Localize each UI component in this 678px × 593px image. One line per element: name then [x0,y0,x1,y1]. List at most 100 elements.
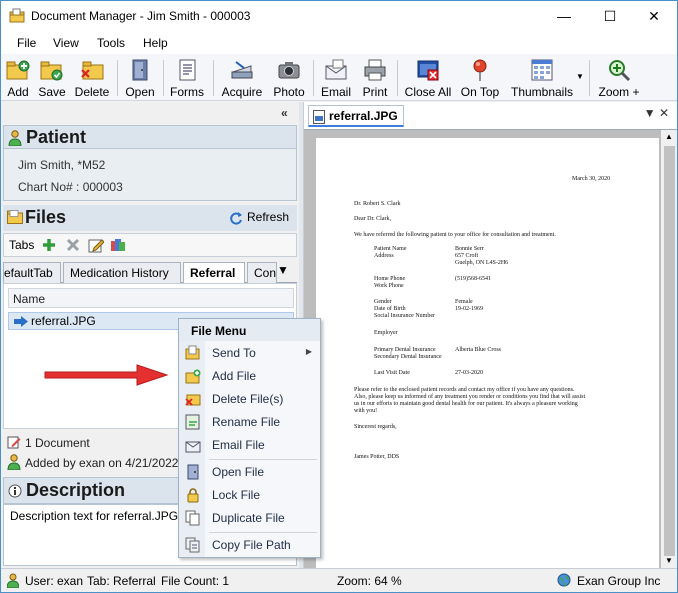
viewer-vertical-scrollbar[interactable]: ▲ ▼ [661,130,677,568]
delete-button[interactable]: Delete [71,56,113,100]
letter-body-line: Also, please keep us informed of any tre… [354,394,586,400]
column-header-name[interactable]: Name [8,288,294,308]
menu-delete-files[interactable]: Delete File(s) [179,388,320,410]
field-label: Work Phone [374,283,404,289]
zoom-in-button[interactable]: Zoom + [593,56,645,100]
menu-tools[interactable]: Tools [97,36,125,50]
close-all-button[interactable]: Close All [401,56,455,100]
tab-defaulttab[interactable]: efaultTab [3,262,61,283]
document-count: 1 Document [25,436,90,450]
scroll-up-icon[interactable]: ▲ [665,132,673,141]
save-folder-icon [40,61,63,81]
menu-open-file[interactable]: Open File [179,461,320,483]
letter-intro: We have referred the following patient t… [354,232,556,238]
save-button[interactable]: Save [35,56,69,100]
rename-tab-icon[interactable] [88,237,104,253]
field-label: Date of Birth [374,306,406,312]
menu-lock-file[interactable]: Lock File [179,484,320,506]
close-all-icon [417,60,439,81]
menu-copy-file-path[interactable]: Copy File Path [179,534,320,556]
image-viewer[interactable]: March 30, 2020 Dr. Robert S. Clark Dear … [304,129,677,568]
status-zoom: Zoom: 64 % [337,574,402,588]
field-label: Gender [374,299,392,305]
menu-duplicate-file[interactable]: Duplicate File [179,507,320,529]
tabs-overflow-icon[interactable]: ▼ [277,263,289,277]
printer-icon [364,59,386,81]
document-viewer-pane: referral.JPG ▼ ✕ March 30, 2020 Dr. Robe… [303,102,677,568]
thumbnails-button[interactable]: Thumbnails [505,56,579,100]
add-tab-icon[interactable] [42,238,56,252]
refresh-button[interactable]: Refresh [247,210,289,224]
menu-view[interactable]: View [53,36,79,50]
camera-icon [278,62,300,79]
open-file-icon [187,464,199,480]
status-user-icon [7,573,19,588]
patient-info: Jim Smith, *M52 Chart No# : 000003 [3,149,297,201]
patient-name: Jim Smith, *M52 [18,158,106,172]
refresh-icon[interactable] [229,211,243,225]
tab-settings-icon[interactable] [110,237,126,253]
scroll-down-icon[interactable]: ▼ [665,556,673,565]
tabs-toolbar: Tabs [3,233,297,257]
close-button[interactable]: ✕ [631,1,677,32]
viewer-tab-referral[interactable]: referral.JPG [308,105,404,127]
photo-button[interactable]: Photo [269,56,309,100]
tab-referral[interactable]: Referral [183,262,245,284]
document-manager-window: Document Manager - Jim Smith - 000003 — … [0,0,678,593]
description-title: Description [26,480,126,500]
menu-add-file[interactable]: Add File [179,365,320,387]
field-label: Primary Dental Insurance [374,347,436,353]
field-label: Last Visit Date [374,370,410,376]
menu-help[interactable]: Help [143,36,168,50]
menu-email-file[interactable]: Email File [179,434,320,456]
duplicate-file-icon [185,510,200,526]
add-folder-icon [6,60,30,80]
field-label: Address [374,253,394,259]
minimize-button[interactable]: — [541,1,587,32]
copy-path-icon [185,537,200,553]
added-by: Added by exan on 4/21/2022 [25,456,179,470]
patient-header: Patient [3,125,297,149]
open-button[interactable]: Open [121,56,159,100]
field-value: 19-02-1969 [455,306,483,312]
info-icon [8,484,22,498]
field-value: Female [455,299,473,305]
email-envelope-icon [325,59,347,80]
send-to-folder-icon [185,345,200,360]
tab-con[interactable]: Con [247,262,277,283]
tab-medication-history[interactable]: Medication History [63,262,181,283]
collapse-pane-icon[interactable]: « [281,106,288,120]
email-button[interactable]: Email [317,56,355,100]
window-title: Document Manager - Jim Smith - 000003 [31,9,251,23]
pushpin-icon [473,59,487,81]
print-button[interactable]: Print [357,56,393,100]
context-menu-title: File Menu [179,319,320,341]
pane-controls: ▼ ✕ [644,106,669,120]
menu-bar: File View Tools Help [1,32,677,54]
forms-icon [179,59,196,81]
thumbnails-dropdown-icon[interactable]: ▼ [576,72,584,81]
close-viewer-icon[interactable]: ✕ [659,106,669,120]
field-label: Employer [374,330,398,336]
letter-date: March 30, 2020 [572,176,611,182]
scrollbar-thumb[interactable] [664,146,675,556]
acquire-button[interactable]: Acquire [217,56,267,100]
status-company: Exan Group Inc [577,574,661,588]
delete-folder-icon [81,61,104,80]
files-header: Files Refresh [3,205,297,231]
forms-button[interactable]: Forms [167,56,207,100]
on-top-button[interactable]: On Top [457,56,503,100]
maximize-button[interactable]: ☐ [587,1,633,32]
letter-signature: James Potter, DDS [354,454,400,460]
delete-tab-icon[interactable] [66,238,80,252]
files-folder-icon [7,210,23,224]
main-toolbar: Add Save Delete Open Forms Acquire Photo [1,54,677,101]
add-button[interactable]: Add [3,56,33,100]
menu-file[interactable]: File [17,36,36,50]
menu-send-to[interactable]: Send To ▶ [179,342,320,364]
field-label: Home Phone [374,276,406,282]
email-file-icon [185,441,201,453]
description-text: Description text for referral.JPG... [10,509,189,523]
menu-rename-file[interactable]: Rename File [179,411,320,433]
pane-menu-icon[interactable]: ▼ [644,106,656,120]
